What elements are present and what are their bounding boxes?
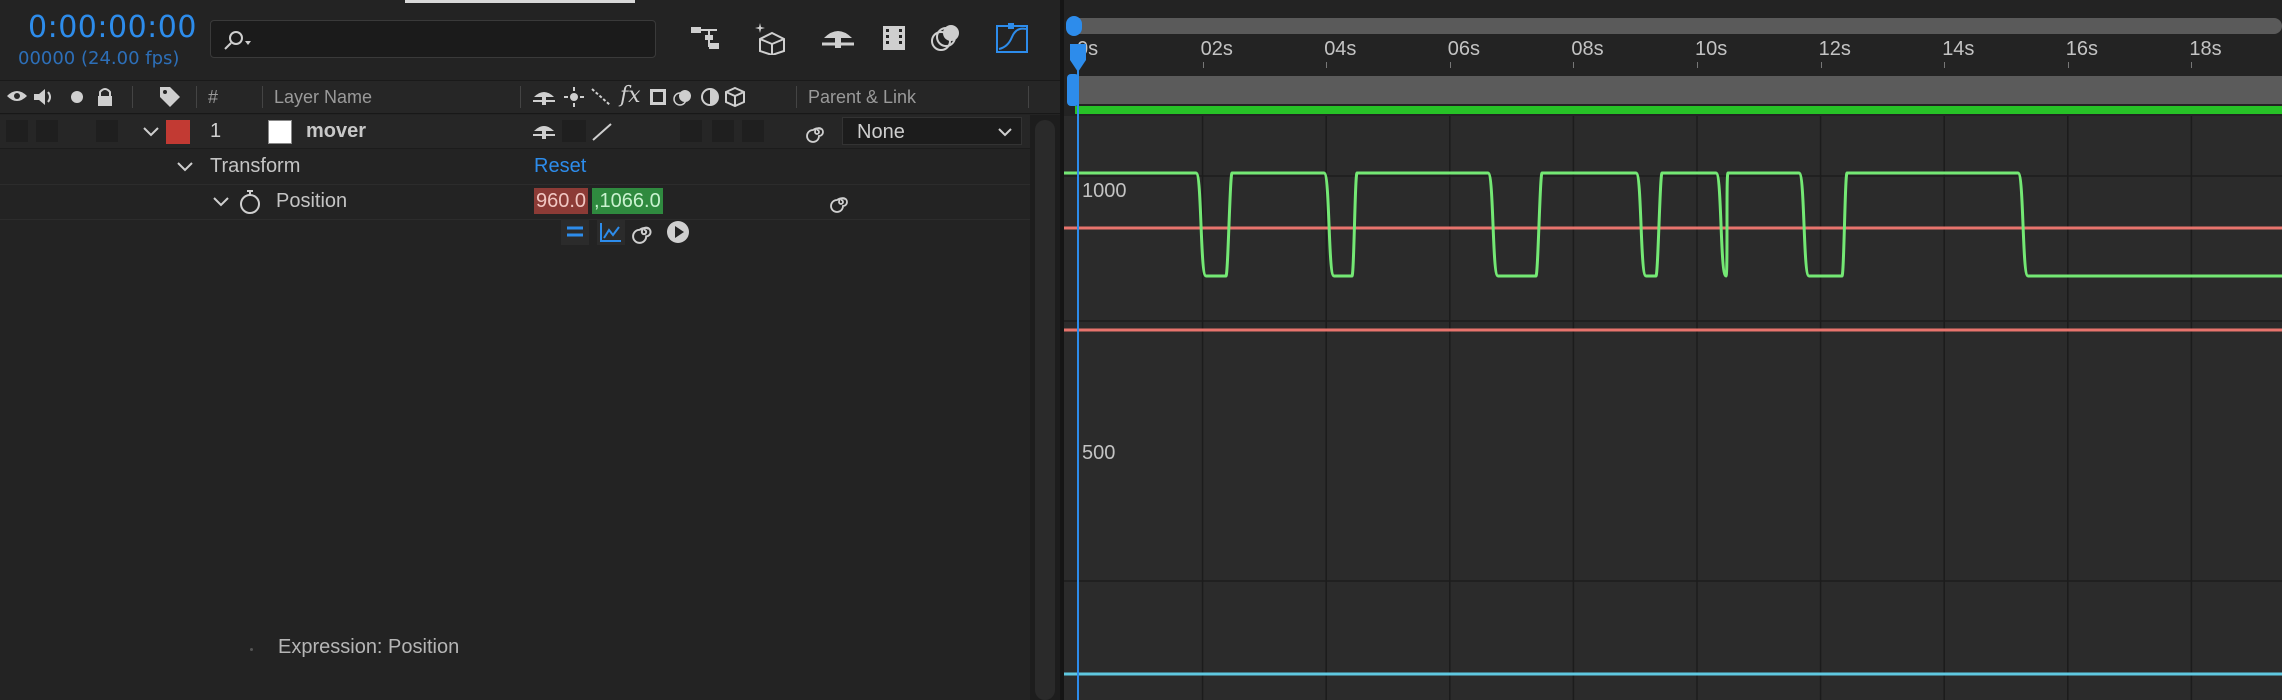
- time-tick-mark: [1326, 62, 1328, 68]
- playhead-line[interactable]: [1077, 52, 1079, 700]
- parent-dropdown-value: None: [857, 121, 905, 143]
- quality-switch-icon: [591, 88, 611, 106]
- transform-reset-link[interactable]: Reset: [534, 155, 586, 178]
- transform-group-row[interactable]: Transform Reset: [0, 150, 1030, 185]
- transform-label: Transform: [210, 155, 301, 177]
- time-tick-mark: [2067, 62, 2069, 68]
- shy-switch-icon: [533, 92, 555, 105]
- chevron-down-icon[interactable]: [212, 195, 230, 209]
- chevron-down-icon[interactable]: [142, 125, 160, 139]
- chevron-down-icon: [998, 128, 1012, 137]
- time-ruler[interactable]: 0s 02s 04s 06s 08s 10s 12s 14s 16s 18s: [1064, 36, 2282, 68]
- stopwatch-icon[interactable]: [238, 189, 262, 215]
- column-number-header: #: [208, 87, 219, 107]
- pick-whip-icon[interactable]: [806, 121, 828, 143]
- position-x-value[interactable]: 960.0: [534, 188, 589, 214]
- solid-layer-swatch: [268, 120, 292, 144]
- time-tick-label: 08s: [1571, 38, 1604, 60]
- position-y-value[interactable]: ,1066.0: [592, 188, 663, 214]
- value-axis-labels: 1000 500: [1064, 116, 1264, 700]
- time-tick-label: 06s: [1447, 38, 1481, 60]
- time-navigator-start-handle[interactable]: [1066, 16, 1082, 36]
- expression-label[interactable]: Expression: Position: [278, 636, 459, 659]
- time-tick-mark: [1697, 62, 1698, 68]
- playhead-marker[interactable]: [1068, 44, 1088, 74]
- collapse-switch-icon: [564, 87, 584, 107]
- label-tag-icon[interactable]: [158, 85, 182, 109]
- time-tick-mark: [1202, 62, 1204, 68]
- expression-enable-icon[interactable]: [560, 218, 590, 246]
- layer-column-header: # Layer Name fx Parent & Link: [0, 80, 1060, 114]
- position-label: Position: [276, 190, 348, 212]
- adjustment-switch[interactable]: [712, 120, 734, 142]
- quality-line-icon[interactable]: [590, 121, 614, 143]
- layer-name[interactable]: mover: [306, 120, 366, 143]
- collapse-switch[interactable]: [562, 120, 586, 142]
- time-tick-label: 16s: [2065, 38, 2099, 60]
- layer-row[interactable]: 1 mover None: [0, 115, 1030, 149]
- work-area-bar[interactable]: [1075, 76, 2282, 104]
- audio-toggle[interactable]: [36, 120, 58, 142]
- draft-3d-icon[interactable]: [752, 18, 792, 58]
- lock-toggle[interactable]: [96, 120, 118, 142]
- frame-blend-switch-icon: [650, 89, 666, 105]
- motion-blur-switch[interactable]: [680, 120, 702, 142]
- parent-dropdown[interactable]: None: [842, 117, 1022, 145]
- solo-icon[interactable]: [70, 90, 84, 104]
- frame-blending-icon[interactable]: [874, 18, 914, 58]
- column-parent-link-header[interactable]: Parent & Link: [808, 87, 916, 108]
- composition-flowchart-icon[interactable]: [686, 18, 726, 58]
- time-tick-mark: [2191, 62, 2193, 68]
- time-tick-label: 04s: [1324, 38, 1357, 60]
- lock-icon[interactable]: [96, 86, 114, 108]
- search-icon: [224, 31, 251, 50]
- time-tick-mark: [1944, 62, 1946, 68]
- panel-tab-underline: [405, 0, 635, 3]
- shy-icon[interactable]: [818, 18, 858, 58]
- time-tick-label: 18s: [2189, 38, 2222, 60]
- time-navigator-bar[interactable]: [1070, 18, 2282, 34]
- motion-blur-icon[interactable]: [926, 18, 966, 58]
- layer-number: 1: [210, 120, 222, 142]
- motion-blur-switch-icon: [673, 90, 691, 106]
- expression-bullet: [250, 648, 253, 651]
- pick-whip-icon[interactable]: [830, 191, 852, 213]
- time-tick-label: 12s: [1818, 38, 1851, 60]
- expression-graph-icon[interactable]: [596, 218, 626, 246]
- time-tick-mark: [1573, 62, 1575, 68]
- value-axis-label: 1000: [1082, 180, 1127, 202]
- expression-language-menu-icon[interactable]: [666, 220, 690, 244]
- time-tick-mark: [1449, 62, 1451, 68]
- time-tick-label: 10s: [1695, 38, 1728, 60]
- frame-rate-readout: 00000 (24.00 fps): [18, 48, 180, 69]
- time-tick-label: 02s: [1200, 38, 1233, 60]
- expression-pick-whip-icon[interactable]: [632, 220, 656, 244]
- layer-color-label[interactable]: [166, 120, 190, 144]
- video-visibility-toggle[interactable]: [6, 120, 28, 142]
- 3d-layer-icon: [725, 86, 745, 108]
- value-axis-label: 500: [1082, 442, 1116, 464]
- position-property-row[interactable]: Position 960.0 ,1066.0: [0, 185, 1030, 220]
- layer-panel-scroll-thumb[interactable]: [1035, 120, 1055, 700]
- adjustment-layer-icon: [701, 88, 719, 106]
- time-tick-label: 14s: [1942, 38, 1975, 60]
- time-tick-mark: [1820, 62, 1822, 68]
- graph-editor-icon[interactable]: [992, 18, 1032, 58]
- audio-icon[interactable]: [32, 87, 56, 107]
- effects-fx-icon: fx: [620, 83, 641, 108]
- eye-icon[interactable]: [6, 88, 28, 104]
- layer-search-input[interactable]: [210, 20, 656, 58]
- render-cache-bar: [1075, 106, 2282, 114]
- column-layer-name-header[interactable]: Layer Name: [274, 87, 372, 108]
- current-time-display[interactable]: 0:00:00:00: [28, 10, 197, 45]
- chevron-down-icon[interactable]: [176, 160, 194, 174]
- 3d-switch[interactable]: [742, 120, 764, 142]
- shy-switch-icon[interactable]: [532, 121, 556, 141]
